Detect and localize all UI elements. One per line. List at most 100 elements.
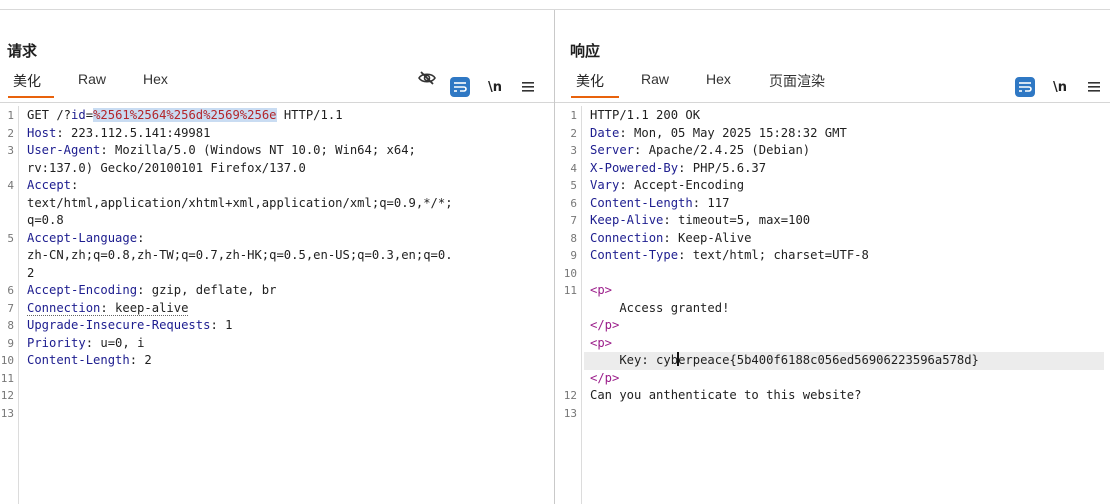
response-wrap-lines-button[interactable] <box>1015 77 1035 97</box>
response-tab-raw[interactable]: Raw <box>641 71 669 87</box>
request-line-accept-language: Accept-Language: <box>27 230 144 248</box>
header-value: : 117 <box>692 195 730 210</box>
response-line-content-length: Content-Length: 117 <box>590 195 729 213</box>
line-number: 9 <box>570 249 577 262</box>
header-value: : keep-alive <box>100 300 189 315</box>
request-wrap-lines-button[interactable] <box>450 77 470 97</box>
html-tag-p-close: </p> <box>590 318 620 332</box>
request-menu-button[interactable] <box>518 77 538 97</box>
request-tab-pretty[interactable]: 美化 <box>13 71 41 91</box>
response-gutter: 1 2 3 4 5 6 7 8 9 10 11 12 13 <box>555 106 582 504</box>
header-value: : u=0, i <box>85 335 145 350</box>
header-name: Keep-Alive <box>590 213 664 227</box>
request-line-connection: Connection: keep-alive <box>27 300 189 318</box>
line-number: 12 <box>0 389 14 402</box>
request-gutter: 1 2 3 4 5 6 7 8 9 10 11 12 13 <box>0 106 19 504</box>
header-name: Date <box>590 125 620 140</box>
response-editor[interactable]: 1 2 3 4 5 6 7 8 9 10 11 12 13 HTTP/1.1 2… <box>555 106 1110 504</box>
header-value: : Mozilla/5.0 (Windows NT 10.0; Win64; x… <box>100 143 416 157</box>
request-title: 请求 <box>7 43 38 60</box>
wrap-lines-icon <box>1019 82 1032 92</box>
html-tag-p-open: <p> <box>590 283 613 297</box>
response-menu-button[interactable] <box>1084 77 1104 97</box>
response-body-key: Key: cyberpeace{5b400f6188c056ed56906223… <box>590 352 979 370</box>
query-param-value: %2561%2564%256d%2569%256e <box>93 108 277 122</box>
header-name: Priority <box>27 335 86 350</box>
header-name: X-Powered-By <box>590 160 679 175</box>
query-param-eq: = <box>85 108 94 122</box>
line-number: 7 <box>570 214 577 227</box>
header-name: Accept-Language <box>27 230 138 245</box>
hide-whitespace-button[interactable] <box>417 68 437 88</box>
request-line-1: GET /?id=%2561%2564%256d%2569%256e HTTP/… <box>27 107 343 125</box>
line-number: 4 <box>7 179 14 192</box>
hamburger-menu-icon <box>1088 82 1100 92</box>
line-number: 13 <box>563 406 577 420</box>
response-show-newlines-button[interactable]: \n <box>1050 77 1070 97</box>
header-name: Connection <box>27 300 101 315</box>
line-number: 6 <box>7 284 14 297</box>
header-value: : Accept-Encoding <box>619 178 745 192</box>
request-line-accept-value: text/html,application/xhtml+xml,applicat… <box>27 195 453 210</box>
response-tab-hex[interactable]: Hex <box>706 71 731 87</box>
header-value: : Apache/2.4.25 (Debian) <box>634 143 811 157</box>
request-tab-separator <box>0 102 554 103</box>
request-line-user-agent: User-Agent: Mozilla/5.0 (Windows NT 10.0… <box>27 142 416 160</box>
request-line-accept: Accept: <box>27 177 78 195</box>
line-number: 3 <box>570 144 577 157</box>
request-editor[interactable]: 1 2 3 4 5 6 7 8 9 10 11 12 13 GET /?id=%… <box>0 106 554 504</box>
line-number: 8 <box>7 319 14 332</box>
request-tab-raw[interactable]: Raw <box>78 71 106 87</box>
response-body-last-line: Can you anthenticate to this website? <box>590 388 862 402</box>
header-colon: : <box>137 230 145 245</box>
request-method-path: GET /? <box>27 108 72 122</box>
response-line-content-type: Content-Type: text/html; charset=UTF-8 <box>590 247 869 265</box>
eye-slash-icon <box>418 71 436 85</box>
line-number: 8 <box>570 231 577 245</box>
response-line-connection: Connection: Keep-Alive <box>590 230 751 248</box>
request-tab-hex[interactable]: Hex <box>143 71 168 87</box>
request-line-priority: Priority: u=0, i <box>27 335 144 353</box>
html-tag-p-open-2: <p> <box>590 335 613 350</box>
response-title: 响应 <box>570 43 601 60</box>
response-line-keep-alive: Keep-Alive: timeout=5, max=100 <box>590 212 810 230</box>
header-value: : text/html; charset=UTF-8 <box>678 248 869 262</box>
line-number: 9 <box>7 336 14 350</box>
header-name: User-Agent <box>27 143 101 157</box>
line-number: 12 <box>563 389 577 402</box>
header-name: Accept-Encoding <box>27 283 138 297</box>
request-active-tab-indicator <box>8 96 54 98</box>
response-tab-render[interactable]: 页面渲染 <box>769 71 825 91</box>
response-tab-separator <box>555 102 1110 103</box>
line-number: 3 <box>7 144 14 157</box>
response-line-vary: Vary: Accept-Encoding <box>590 177 744 195</box>
response-line-x-powered-by: X-Powered-By: PHP/5.6.37 <box>590 160 766 178</box>
request-show-newlines-button[interactable]: \n <box>485 77 505 97</box>
query-param-name: id <box>71 108 86 122</box>
header-value: : PHP/5.6.37 <box>678 160 767 175</box>
wrap-lines-icon <box>454 82 467 92</box>
header-value: : 223.112.5.141:49981 <box>56 125 211 140</box>
response-line-server: Server: Apache/2.4.25 (Debian) <box>590 142 810 160</box>
line-number: 13 <box>0 406 14 420</box>
request-line-host: Host: 223.112.5.141:49981 <box>27 125 210 143</box>
hamburger-menu-icon <box>522 82 534 92</box>
header-value: : Keep-Alive <box>663 230 752 245</box>
line-number: 5 <box>7 231 14 245</box>
header-name: Content-Length <box>27 353 130 367</box>
request-line-content-length: Content-Length: 2 <box>27 352 152 370</box>
line-number: 10 <box>563 266 577 280</box>
header-name: Content-Length <box>590 195 693 210</box>
request-pane: 请求 美化 Raw Hex \n 1 2 3 4 5 6 7 8 9 10 11… <box>0 10 554 504</box>
response-body-access: Access granted! <box>590 300 730 315</box>
line-number: 11 <box>563 284 577 297</box>
line-number: 1 <box>570 109 577 122</box>
line-number: 2 <box>570 126 577 140</box>
request-line-user-agent-cont: rv:137.0) Gecko/20100101 Firefox/137.0 <box>27 160 306 175</box>
header-name: Accept <box>27 178 72 192</box>
header-value: : timeout=5, max=100 <box>663 213 811 227</box>
line-number: 2 <box>7 126 14 140</box>
response-status-line: HTTP/1.1 200 OK <box>590 108 701 122</box>
response-tab-pretty[interactable]: 美化 <box>576 71 604 91</box>
request-line-accept-language-value: zh-CN,zh;q=0.8,zh-TW;q=0.7,zh-HK;q=0.5,e… <box>27 248 453 262</box>
